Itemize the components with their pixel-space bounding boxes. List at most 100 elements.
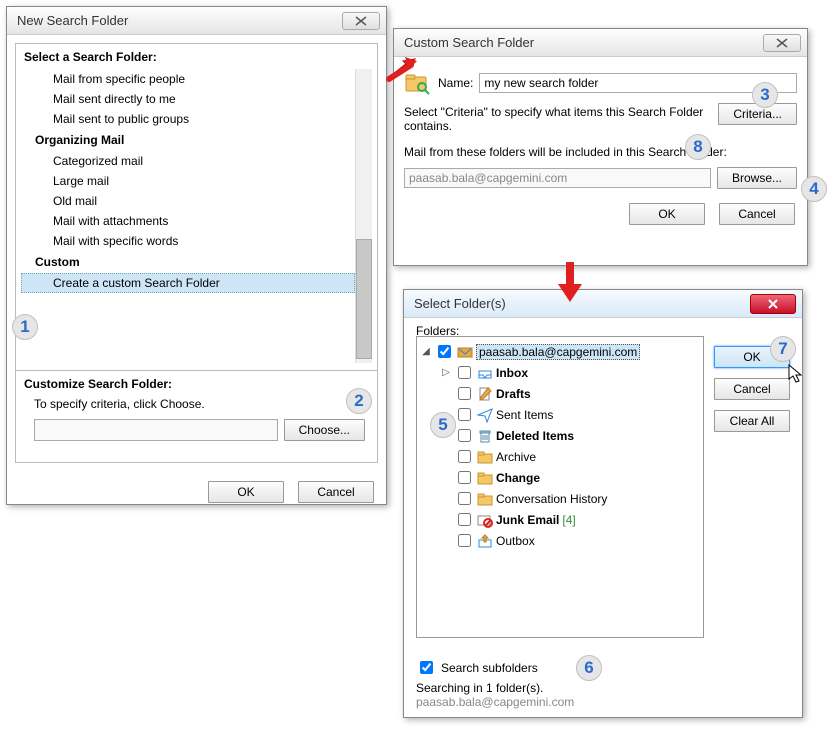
choose-button[interactable]: Choose... (284, 419, 365, 441)
junk-icon (477, 512, 493, 528)
annotation-8: 8 (685, 134, 711, 160)
annotation-1: 1 (12, 314, 38, 340)
expander-icon[interactable] (441, 473, 451, 483)
category-organizing: Organizing Mail (21, 129, 355, 151)
list-item[interactable]: Mail sent to public groups (21, 109, 355, 129)
expander-icon[interactable] (441, 452, 451, 462)
dlg2-title: Custom Search Folder (404, 35, 763, 50)
tree-item[interactable]: Archive (441, 446, 699, 467)
expander-icon[interactable]: ▷ (441, 368, 451, 378)
folder-label: Sent Items (496, 408, 553, 422)
drafts-icon (477, 386, 493, 402)
folder-type-list[interactable]: Mail from specific people Mail sent dire… (21, 69, 355, 363)
folder-checkbox[interactable] (458, 471, 471, 484)
outbox-icon (477, 533, 493, 549)
tree-root[interactable]: ◢ paasab.bala@capgemini.com (421, 341, 699, 362)
section-header: Select a Search Folder: (16, 44, 377, 68)
tree-item[interactable]: Change (441, 467, 699, 488)
root-label: paasab.bala@capgemini.com (476, 344, 640, 360)
folder-checkbox[interactable] (458, 492, 471, 505)
folder-checkbox[interactable] (458, 450, 471, 463)
folder-tree[interactable]: ◢ paasab.bala@capgemini.com ▷ Inbox Drafts… (416, 336, 704, 638)
folder-icon (477, 470, 493, 486)
tree-item[interactable]: ▷ Inbox (441, 362, 699, 383)
trash-icon (477, 428, 493, 444)
folder-checkbox[interactable] (458, 366, 471, 379)
tree-item[interactable]: Drafts (441, 383, 699, 404)
dlg2-titlebar: Custom Search Folder (394, 29, 807, 57)
folder-label: Inbox (496, 366, 528, 380)
cancel-button[interactable]: Cancel (719, 203, 795, 225)
folder-checkbox[interactable] (458, 387, 471, 400)
folder-checkbox[interactable] (458, 429, 471, 442)
dlg1-title: New Search Folder (17, 13, 342, 28)
arrow-right-icon (385, 55, 419, 92)
folder-label: Junk Email (496, 513, 559, 527)
collapse-icon[interactable]: ◢ (421, 347, 431, 357)
expander-icon[interactable] (441, 494, 451, 504)
folder-icon (477, 491, 493, 507)
list-item[interactable]: Mail with specific words (21, 231, 355, 251)
root-checkbox[interactable] (438, 345, 451, 358)
folders-display (404, 168, 711, 188)
list-item[interactable]: Mail sent directly to me (21, 89, 355, 109)
list-item[interactable]: Large mail (21, 171, 355, 191)
list-item[interactable]: Mail with attachments (21, 211, 355, 231)
close-icon[interactable] (750, 294, 796, 314)
folder-label: Archive (496, 450, 536, 464)
select-folders-dialog: Select Folder(s) Folders: ◢ paasab.bala@… (403, 289, 803, 718)
folder-checkbox[interactable] (458, 408, 471, 421)
list-item[interactable]: Mail from specific people (21, 69, 355, 89)
include-label: Mail from these folders will be included… (394, 137, 807, 163)
new-search-folder-dialog: New Search Folder Select a Search Folder… (6, 6, 387, 505)
status-line2: paasab.bala@capgemini.com (416, 695, 574, 709)
customize-label: Customize Search Folder: (16, 371, 377, 395)
tree-item[interactable]: Outbox (441, 530, 699, 551)
sent-icon (477, 407, 493, 423)
unread-count: [4] (562, 513, 575, 527)
annotation-3: 3 (752, 82, 778, 108)
expander-icon[interactable] (441, 389, 451, 399)
scrollbar[interactable] (355, 69, 372, 363)
list-item[interactable]: Categorized mail (21, 151, 355, 171)
mailbox-icon (457, 344, 473, 360)
arrow-down-icon (556, 262, 584, 305)
folder-label: Deleted Items (496, 429, 574, 443)
folder-checkbox[interactable] (458, 534, 471, 547)
criteria-text: Select "Criteria" to specify what items … (404, 103, 712, 133)
criteria-display (34, 419, 278, 441)
list-item[interactable]: Old mail (21, 191, 355, 211)
expander-icon[interactable] (441, 536, 451, 546)
ok-button[interactable]: OK (208, 481, 284, 503)
tree-item[interactable]: Sent Items (441, 404, 699, 425)
customize-panel: Customize Search Folder: To specify crit… (15, 371, 378, 463)
ok-button[interactable]: OK (629, 203, 705, 225)
annotation-7: 7 (770, 336, 796, 362)
tree-item[interactable]: Conversation History (441, 488, 699, 509)
scroll-thumb[interactable] (356, 239, 372, 359)
inbox-icon (477, 365, 493, 381)
clear-all-button[interactable]: Clear All (714, 410, 790, 432)
dlg1-button-row: OK Cancel (7, 471, 386, 513)
folder-icon (477, 449, 493, 465)
list-item-custom-search[interactable]: Create a custom Search Folder (21, 273, 355, 293)
expander-icon[interactable] (441, 515, 451, 525)
cancel-button[interactable]: Cancel (714, 378, 790, 400)
annotation-5: 5 (430, 412, 456, 438)
cancel-button[interactable]: Cancel (298, 481, 374, 503)
subfolders-label: Search subfolders (441, 661, 538, 675)
custom-search-folder-dialog: Custom Search Folder Name: Select "Crite… (393, 28, 808, 266)
tree-item[interactable]: Junk Email [4] (441, 509, 699, 530)
browse-button[interactable]: Browse... (717, 167, 797, 189)
folder-label: Change (496, 471, 540, 485)
folder-checkbox[interactable] (458, 513, 471, 526)
category-custom: Custom (21, 251, 355, 273)
dlg1-titlebar: New Search Folder (7, 7, 386, 35)
status-line1: Searching in 1 folder(s). (416, 681, 543, 695)
dlg3-titlebar: Select Folder(s) (404, 290, 802, 318)
name-input[interactable] (479, 73, 797, 93)
close-icon[interactable] (763, 34, 801, 52)
subfolders-checkbox[interactable] (420, 661, 433, 674)
close-icon[interactable] (342, 12, 380, 30)
tree-item[interactable]: Deleted Items (441, 425, 699, 446)
